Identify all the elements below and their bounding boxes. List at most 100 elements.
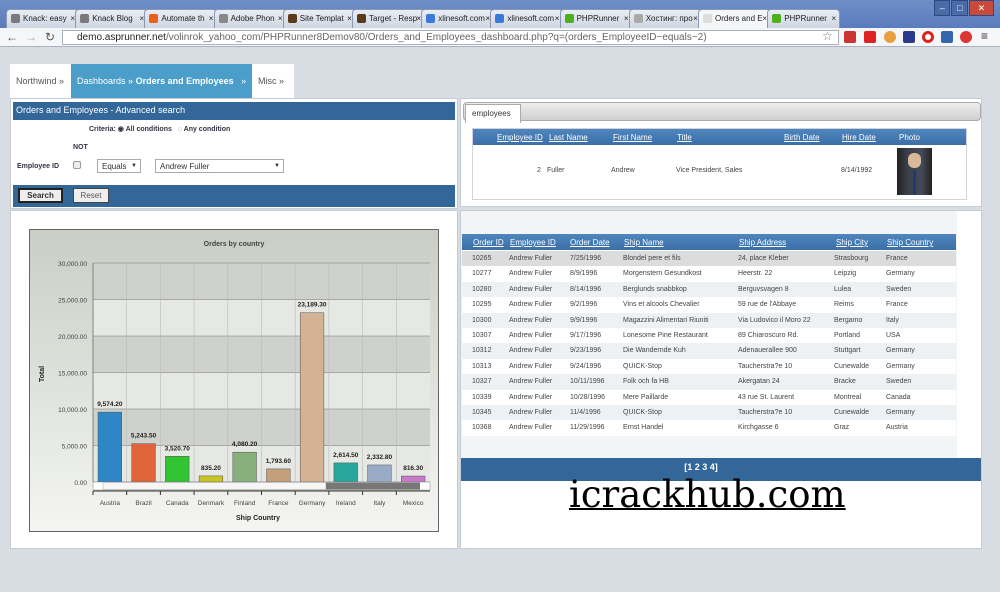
col-ship-address[interactable]: Ship Address [739,238,786,247]
col-order-date[interactable]: Order Date [570,238,610,247]
x-tick-label: Finland [234,500,256,507]
col-photo: Photo [899,133,920,142]
browser-tab[interactable]: xlinesoft.com × [490,9,564,28]
reload-icon[interactable]: ↻ [45,30,55,44]
order-cell: Berglunds snabbkop [623,285,687,293]
menu-dashboards[interactable]: Dashboards » Orders and Employees » [71,64,252,98]
order-row[interactable]: 10295 Andrew Fuller 9/2/1996 Vins et alcool… [462,297,956,313]
order-row[interactable]: 10339 Andrew Fuller 10/28/1996 Mere Paillar… [462,389,956,405]
order-row[interactable]: 10327 Andrew Fuller 10/11/1996 Folk och fa … [462,374,956,390]
order-cell: Italy [886,316,899,324]
extension-icon[interactable] [903,31,915,43]
not-checkbox[interactable] [73,161,81,169]
url-bar[interactable]: demo.asprunner.net/volinrok_yahoo_com/PH… [62,30,839,45]
menu-misc[interactable]: Misc » [252,64,294,98]
order-cell: Leipzig [834,270,857,278]
order-cell: Via Ludovico il Moro 22 [738,316,811,324]
close-tab-icon[interactable]: × [832,14,837,23]
col-ship-city[interactable]: Ship City [836,238,868,247]
browser-tab[interactable]: Target - Resp × [352,9,425,28]
browser-tab[interactable]: Knack Blog × [75,9,149,28]
back-icon[interactable]: ← [6,30,18,44]
order-cell: Stuttgart [834,347,861,355]
close-tab-icon[interactable]: × [624,14,629,23]
photo-tie [913,170,916,195]
close-tab-icon[interactable]: × [555,14,560,23]
close-window-button[interactable]: ✕ [968,0,994,16]
col-ship-country[interactable]: Ship Country [887,238,933,247]
col-title[interactable]: Title [677,133,692,142]
menu-northwind[interactable]: Northwind » [10,64,71,98]
favicon-icon [149,14,159,23]
minimize-button[interactable]: – [934,0,951,16]
order-row[interactable]: 10280 Andrew Fuller 8/14/1996 Berglunds sna… [462,281,956,298]
employee-select[interactable]: Andrew Fuller ▼ [155,159,284,173]
any-condition-radio[interactable]: ○ [178,126,182,133]
order-row[interactable]: 10313 Andrew Fuller 9/24/1996 QUICK-Stop Tau… [462,358,956,375]
order-cell: 10280 [472,285,492,293]
orders-header: Order ID Employee ID Order Date Ship Nam… [462,234,956,250]
close-tab-icon[interactable]: × [278,14,283,23]
order-row[interactable]: 10265 Andrew Fuller 7/25/1996 Blondel pere … [462,251,956,267]
adblock-icon[interactable] [960,31,972,43]
operator-select[interactable]: Equals ▼ [97,159,141,173]
order-cell: Heerstr. 22 [738,270,773,278]
order-cell: Reims [834,301,854,309]
order-cell: 10312 [472,347,492,355]
forward-icon[interactable]: → [25,30,37,44]
browser-tab[interactable]: Site Templat × [282,9,356,28]
employees-header: Employee ID Last Name First Name Title B… [473,129,966,145]
favicon-icon [11,14,20,23]
browser-tab[interactable]: xlinesoft.com × [421,9,495,28]
browser-tab[interactable]: Хостинг: про × [628,9,702,28]
col-birth-date[interactable]: Birth Date [784,133,820,142]
cookie-extension-icon[interactable] [884,31,896,43]
browser-tab[interactable]: PHPRunner × [559,9,633,28]
search-button[interactable]: Search [18,188,63,203]
extension-icon[interactable] [941,31,953,43]
col-hire-date[interactable]: Hire Date [842,133,876,142]
order-cell: Andrew Fuller [509,270,553,278]
bar [131,443,156,483]
x-tick-label: Denmark [198,500,225,507]
tab-label: Knack Blog [92,14,133,23]
employee-row[interactable]: 2 Fuller Andrew Vice President, Sales 8/… [473,163,967,178]
order-row[interactable]: 10307 Andrew Fuller 9/17/1996 Lonesome Pine… [462,328,956,344]
bar [266,468,291,483]
order-row[interactable]: 10300 Andrew Fuller 9/9/1996 Magazzini Alim… [462,312,956,328]
favicon-icon [772,14,782,23]
browser-tab[interactable]: PHPRunner × [767,9,841,28]
reset-button[interactable]: Reset [73,188,109,203]
favicon-icon [495,14,505,23]
favicon-icon [703,14,712,23]
col-last-name[interactable]: Last Name [549,133,588,142]
order-row[interactable]: 10277 Andrew Fuller 8/9/1996 Morgenstern Ge… [462,266,956,282]
pagination-links[interactable]: [1 2 3 4] [684,462,718,472]
all-conditions-radio[interactable]: ◉ [118,126,124,133]
col-ship-name[interactable]: Ship Name [624,238,664,247]
browser-tab[interactable]: Automate th × [144,9,218,28]
order-row[interactable]: 10345 Andrew Fuller 11/4/1996 QUICK-Stop Tau… [462,405,956,421]
operator-value: Equals [102,162,127,171]
browser-tab[interactable]: Adobe Phon × [213,9,287,28]
tab-employees[interactable]: employees [465,104,521,123]
browser-tab[interactable]: Orders and E × [698,9,771,28]
bar [232,451,257,483]
col-employee-id[interactable]: Employee ID [497,133,543,142]
bar [299,312,325,483]
order-row[interactable]: 10312 Andrew Fuller 9/23/1996 Die Wandernde… [462,343,956,359]
order-cell: 9/23/1996 [570,347,602,355]
opera-extension-icon[interactable] [922,31,934,43]
order-cell: Graz [834,424,850,432]
bookmark-star-icon[interactable]: ☆ [822,29,833,43]
extension-icon[interactable] [864,31,876,43]
close-tab-icon[interactable]: × [209,14,214,23]
col-employee-id[interactable]: Employee ID [510,238,556,247]
extension-icon[interactable] [844,31,856,43]
col-first-name[interactable]: First Name [613,133,652,142]
col-order-id[interactable]: Order ID [473,238,504,247]
browser-tab[interactable]: Knack: easy × [6,9,79,28]
order-row[interactable]: 10368 Andrew Fuller 11/29/1996 Ernst Handel… [462,420,956,436]
maximize-button[interactable]: □ [951,0,968,16]
menu-icon[interactable]: ≡ [981,29,988,43]
